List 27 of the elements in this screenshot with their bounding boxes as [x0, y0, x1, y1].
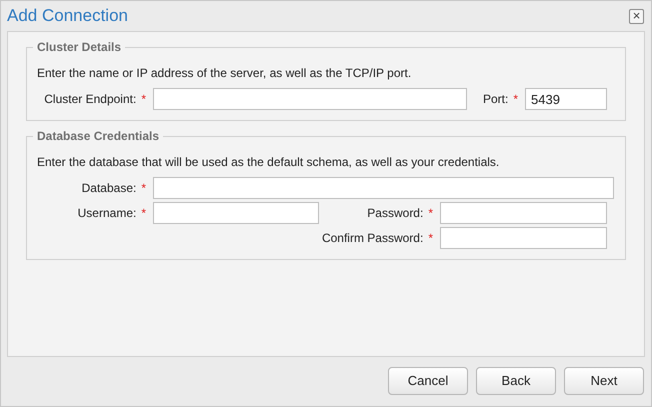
input-field[interactable] [440, 202, 607, 224]
required-mark: * [141, 205, 146, 222]
input-field[interactable] [153, 177, 614, 199]
section-legend: Database Credentials [33, 127, 164, 145]
section-description: Enter the name or IP address of the server, as well as the TCP/IP port. [37, 65, 412, 82]
section-description: Enter the database that will be used as the default schema, as well as your credentials. [37, 154, 500, 171]
field-label: Confirm Password: [322, 230, 424, 247]
input-field[interactable] [440, 227, 607, 249]
dialog-button[interactable]: Back [476, 367, 556, 395]
required-mark: * [513, 91, 518, 108]
field-label: Password: [367, 205, 424, 222]
field-label: Username: [78, 205, 136, 222]
field-label: Cluster Endpoint: [44, 91, 136, 108]
required-mark: * [141, 180, 146, 197]
dialog-button[interactable]: Next [564, 367, 644, 395]
section-legend: Cluster Details [33, 38, 126, 56]
field-label: Database: [82, 180, 136, 197]
required-mark: * [428, 230, 433, 247]
window-title: Add Connection [7, 5, 128, 28]
required-mark: * [141, 91, 146, 108]
required-mark: * [428, 205, 433, 222]
input-field[interactable] [153, 202, 319, 224]
dialog-button[interactable]: Cancel [388, 367, 468, 395]
input-field[interactable] [153, 88, 467, 110]
field-label: Port: [482, 91, 508, 108]
close-button[interactable]: × [629, 8, 644, 24]
input-field[interactable]: 5439 [525, 88, 607, 110]
